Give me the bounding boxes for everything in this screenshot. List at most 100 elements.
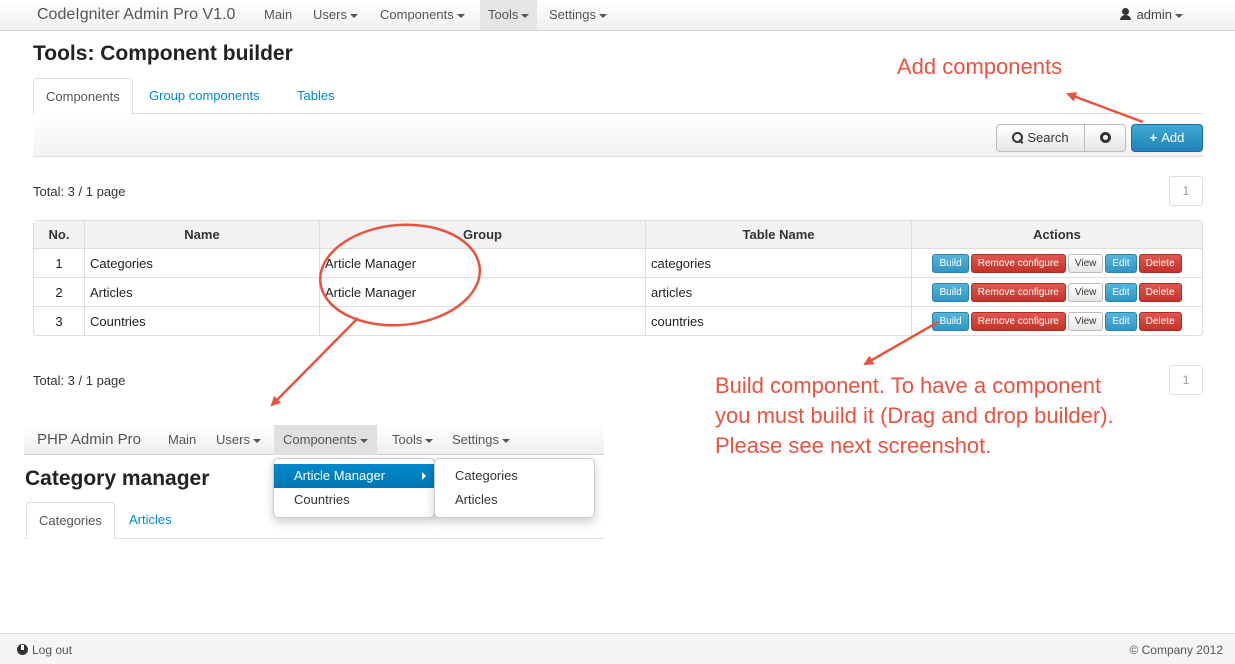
cell-group: Article Manager: [319, 277, 645, 306]
nav-tools[interactable]: Tools: [480, 0, 538, 30]
annotation-build-line-3: Please see next screenshot.: [715, 433, 992, 458]
components-dropdown: Article Manager Countries: [273, 458, 435, 518]
dropdown-item-label: Countries: [294, 492, 350, 507]
cell-actions: Build Remove configure View Edit Delete: [911, 277, 1202, 306]
cell-name: Countries: [84, 306, 319, 335]
nav-main-label: Main: [264, 7, 293, 22]
copyright-text: © Company 2012: [1129, 643, 1223, 657]
logout-label: Log out: [32, 643, 73, 657]
toolbar: Search + Add: [33, 115, 1203, 157]
tab-bar: Components Group components Tables: [33, 78, 1203, 115]
nav-components-label: Components: [380, 7, 454, 22]
edit-button[interactable]: Edit: [1105, 253, 1137, 273]
tab-tables[interactable]: Tables: [285, 78, 347, 114]
column-header-no[interactable]: No.: [34, 221, 84, 248]
tab-group-components[interactable]: Group components: [137, 78, 272, 114]
remove-configure-button[interactable]: Remove configure: [970, 282, 1066, 302]
build-button[interactable]: Build: [932, 282, 969, 302]
chevron-down-icon: [425, 438, 434, 443]
logout-link[interactable]: Log out: [17, 643, 72, 657]
user-menu[interactable]: admin: [1119, 0, 1183, 30]
submenu-item-label: Categories: [455, 468, 518, 483]
nav-users[interactable]: Users: [305, 0, 366, 30]
submenu-item-articles[interactable]: Articles: [435, 488, 594, 512]
add-button[interactable]: + Add: [1131, 124, 1203, 152]
column-header-actions: Actions: [911, 221, 1202, 248]
inset-page-title: Category manager: [25, 467, 210, 490]
nav-tools-label: Tools: [488, 7, 519, 22]
edit-button[interactable]: Edit: [1105, 282, 1137, 302]
search-button-label: Search: [1027, 130, 1069, 145]
pagination-top[interactable]: 1: [1169, 176, 1203, 206]
inset-nav-settings[interactable]: Settings: [443, 425, 519, 455]
chevron-right-icon: [422, 472, 426, 480]
view-button[interactable]: View: [1067, 253, 1104, 273]
cell-no: 3: [34, 306, 84, 335]
dropdown-item-countries[interactable]: Countries: [274, 488, 434, 512]
annotation-build-line-1: Build component. To have a component: [715, 373, 1102, 398]
remove-configure-button[interactable]: Remove configure: [970, 311, 1066, 331]
cell-no: 1: [34, 248, 84, 277]
remove-configure-button[interactable]: Remove configure: [970, 253, 1066, 273]
inset-nav-components-label: Components: [283, 432, 357, 447]
page-title: Tools: Component builder: [33, 42, 293, 65]
inset-nav-components[interactable]: Components: [274, 425, 377, 455]
chevron-down-icon: [252, 438, 261, 443]
inset-nav-users-label: Users: [216, 432, 250, 447]
search-button[interactable]: Search: [996, 124, 1085, 152]
delete-button[interactable]: Delete: [1138, 282, 1182, 302]
components-table: No. Name Group Table Name Actions 1 Cate…: [33, 220, 1203, 336]
nav-main[interactable]: Main: [256, 0, 300, 30]
inset-tab-articles[interactable]: Articles: [117, 502, 184, 538]
inset-brand[interactable]: PHP Admin Pro: [37, 431, 141, 448]
article-manager-submenu: Categories Articles: [434, 458, 595, 518]
top-navbar: CodeIgniter Admin Pro V1.0 Main Users Co…: [0, 0, 1235, 31]
column-header-table-name[interactable]: Table Name: [645, 221, 911, 248]
chevron-down-icon: [598, 13, 607, 18]
table-row: 2 Articles Article Manager articles Buil…: [34, 277, 1202, 306]
delete-button[interactable]: Delete: [1138, 311, 1182, 331]
build-button[interactable]: Build: [932, 253, 969, 273]
delete-button[interactable]: Delete: [1138, 253, 1182, 273]
column-header-name[interactable]: Name: [84, 221, 319, 248]
chevron-down-icon: [359, 438, 368, 443]
nav-settings[interactable]: Settings: [541, 0, 615, 30]
submenu-item-categories[interactable]: Categories: [435, 464, 594, 488]
cell-name: Articles: [84, 277, 319, 306]
brand[interactable]: CodeIgniter Admin Pro V1.0: [37, 6, 235, 24]
nav-settings-label: Settings: [549, 7, 596, 22]
cell-group: Article Manager: [319, 248, 645, 277]
tab-components[interactable]: Components: [33, 78, 133, 115]
table-row: 1 Categories Article Manager categories …: [34, 248, 1202, 277]
clear-search-button[interactable]: [1084, 124, 1126, 152]
dropdown-item-article-manager[interactable]: Article Manager: [274, 464, 434, 488]
inset-nav-main-label: Main: [168, 432, 197, 447]
add-button-label: Add: [1161, 130, 1185, 145]
plus-icon: +: [1149, 130, 1158, 145]
cell-table-name: categories: [645, 248, 911, 277]
footer: Log out © Company 2012: [0, 633, 1235, 664]
dropdown-item-label: Article Manager: [294, 468, 386, 483]
build-button[interactable]: Build: [932, 311, 969, 331]
submenu-item-label: Articles: [455, 492, 498, 507]
inset-nav-tools-label: Tools: [392, 432, 423, 447]
pagination-bottom[interactable]: 1: [1169, 365, 1203, 395]
search-icon: [1012, 132, 1024, 143]
inset-nav-users[interactable]: Users: [207, 425, 270, 455]
inset-nav-main[interactable]: Main: [159, 425, 205, 455]
view-button[interactable]: View: [1067, 311, 1104, 331]
cell-no: 2: [34, 277, 84, 306]
chevron-down-icon: [501, 438, 510, 443]
chevron-down-icon: [1175, 13, 1183, 18]
edit-button[interactable]: Edit: [1105, 311, 1137, 331]
column-header-group[interactable]: Group: [319, 221, 645, 248]
table-header-row: No. Name Group Table Name Actions: [34, 221, 1202, 248]
inset-nav-tools[interactable]: Tools: [383, 425, 442, 455]
nav-components[interactable]: Components: [372, 0, 473, 30]
view-button[interactable]: View: [1067, 282, 1104, 302]
table-row: 3 Countries countries Build Remove config…: [34, 306, 1202, 335]
power-icon: [17, 644, 28, 655]
inset-tab-categories[interactable]: Categories: [26, 502, 115, 539]
user-name: admin: [1136, 7, 1172, 22]
total-count-bottom: Total: 3 / 1 page: [33, 373, 126, 388]
